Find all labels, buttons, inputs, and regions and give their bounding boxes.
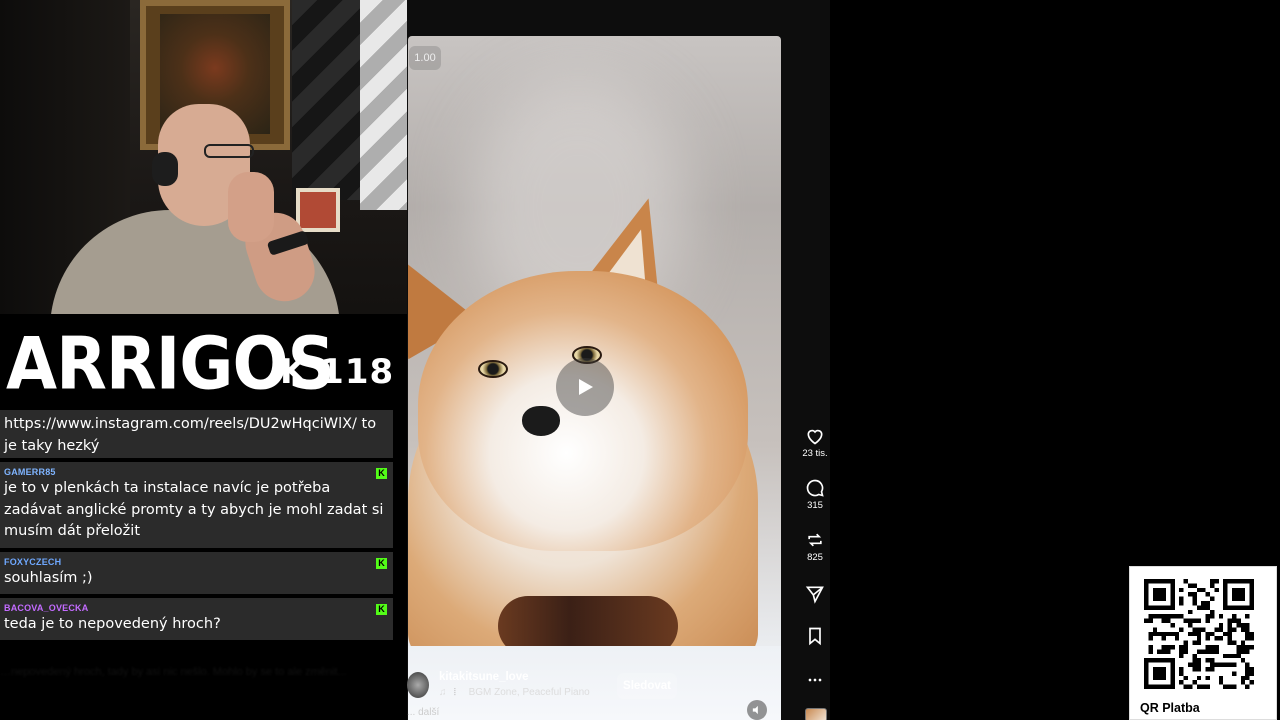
reel-meta: kitakitsune_love ♫ ⦙ BGM Zone, Peaceful … bbox=[407, 660, 780, 720]
kick-badge-icon: K bbox=[376, 604, 387, 615]
episode-tag: K 118 bbox=[280, 352, 395, 392]
heart-icon bbox=[807, 429, 823, 445]
repost-count: 825 bbox=[807, 552, 823, 563]
music-note-icon: ♫ bbox=[439, 687, 447, 698]
kick-badge-icon: K bbox=[376, 468, 387, 479]
caption-more-link[interactable]: ... další bbox=[407, 707, 439, 718]
like-button[interactable]: 23 tis. bbox=[797, 426, 833, 459]
chat-message: FOXYCZECH souhlasím ;) K bbox=[0, 552, 393, 594]
repost-icon bbox=[808, 533, 822, 547]
save-button[interactable] bbox=[797, 626, 833, 646]
chat-message-text: https://www.instagram.com/reels/DU2wHqci… bbox=[4, 416, 377, 454]
like-count: 23 tis. bbox=[802, 448, 828, 459]
play-button[interactable] bbox=[556, 358, 614, 416]
channel-logo: ARRIGOS K 118 bbox=[0, 314, 407, 408]
qr-payment-box: QR Platba bbox=[1129, 566, 1277, 720]
chat-message-text: teda je to nepovedený hroch? bbox=[4, 616, 221, 632]
chat-faded-message: …nepovedený hroch, tady by asi nic nešlo… bbox=[0, 666, 347, 678]
kick-badge-icon: K bbox=[376, 558, 387, 569]
chat-username: GAMERR85 bbox=[4, 467, 56, 477]
share-button[interactable] bbox=[797, 584, 833, 604]
chat-message: GAMERR85 je to v plenkách ta instalace n… bbox=[0, 462, 393, 548]
chat-username: FOXYCZECH bbox=[4, 557, 62, 567]
reel-username[interactable]: kitakitsune_love bbox=[439, 671, 528, 683]
audio-thumbnail[interactable] bbox=[805, 708, 827, 720]
reels-player-panel: 1.00 kitakitsune_love ♫ ⦙ BGM Zone, Peac… bbox=[407, 0, 830, 720]
mute-button[interactable] bbox=[747, 700, 767, 720]
comment-icon bbox=[806, 479, 824, 497]
chat-username: BACOVA_OVECKA bbox=[4, 603, 89, 613]
chat-message-text: je to v plenkách ta instalace navíc je p… bbox=[4, 480, 384, 539]
webcam-feed bbox=[0, 0, 407, 314]
chat-overlay: https://www.instagram.com/reels/DU2wHqci… bbox=[0, 408, 407, 720]
bookmark-icon bbox=[809, 627, 821, 646]
chat-message: BACOVA_OVECKA teda je to nepovedený hroc… bbox=[0, 598, 393, 640]
qr-label: QR Platba bbox=[1140, 701, 1200, 715]
play-icon bbox=[579, 379, 593, 395]
music-title: BGM Zone, Peaceful Piano bbox=[468, 687, 590, 698]
more-options-button[interactable] bbox=[797, 670, 833, 690]
qr-code-icon bbox=[1144, 579, 1254, 689]
send-icon bbox=[805, 586, 824, 604]
more-icon bbox=[808, 678, 822, 682]
chat-message-text: souhlasím ;) bbox=[4, 570, 93, 586]
mute-icon bbox=[752, 705, 758, 715]
chat-message: https://www.instagram.com/reels/DU2wHqci… bbox=[0, 410, 393, 458]
stream-layout: ARRIGOS K 118 https://www.instagram.com/… bbox=[0, 0, 1280, 720]
comment-button[interactable]: 315 bbox=[797, 478, 833, 511]
avatar[interactable] bbox=[407, 672, 429, 698]
comment-count: 315 bbox=[807, 500, 823, 511]
playback-speed[interactable]: 1.00 bbox=[409, 46, 441, 70]
follow-button[interactable]: Sledovat bbox=[617, 673, 677, 699]
repost-button[interactable]: 825 bbox=[797, 530, 833, 563]
audio-bars-icon: ⦙ bbox=[453, 687, 457, 698]
reel-music[interactable]: ♫ ⦙ BGM Zone, Peaceful Piano bbox=[439, 687, 590, 698]
reel-video[interactable] bbox=[408, 36, 781, 720]
